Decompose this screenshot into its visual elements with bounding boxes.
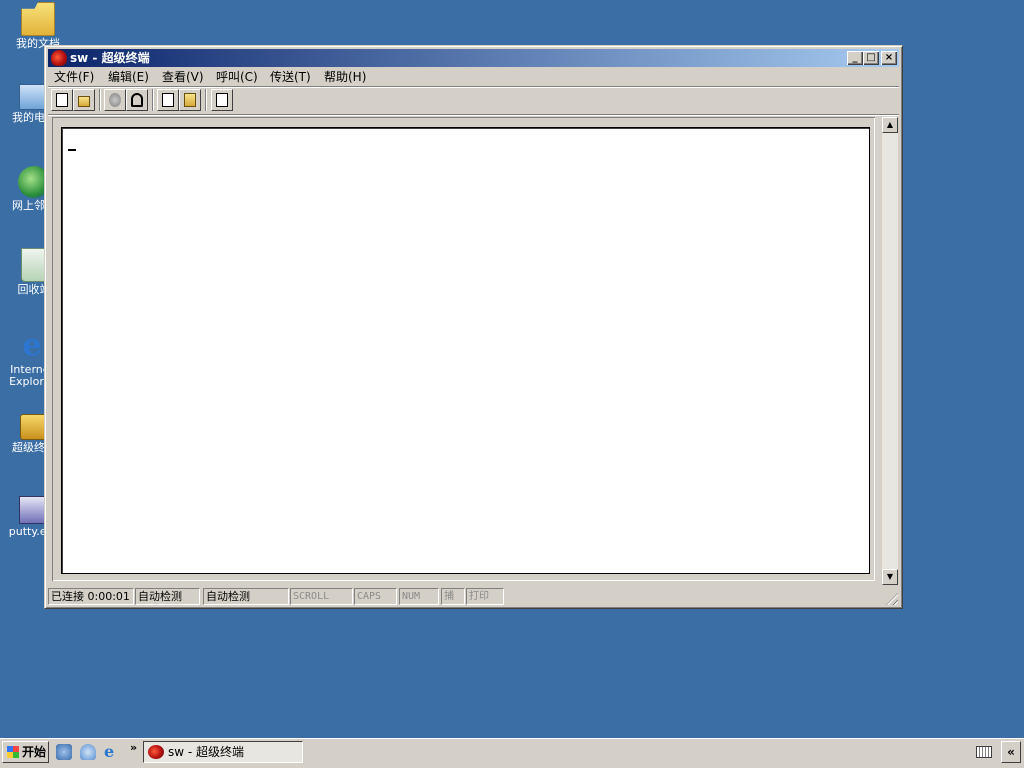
vertical-scrollbar[interactable]: ▲ ▼ xyxy=(882,117,898,585)
send-icon xyxy=(162,93,174,107)
hyperterminal-app-icon[interactable] xyxy=(51,50,67,66)
scroll-down-button[interactable]: ▼ xyxy=(882,569,898,585)
start-label: 开始 xyxy=(22,745,47,759)
disconnect-icon xyxy=(109,93,121,107)
title-bar[interactable]: sw - 超级终端 _ □ × xyxy=(48,49,899,67)
status-scroll: SCROLL xyxy=(290,588,353,605)
status-caps: CAPS xyxy=(354,588,397,605)
properties-icon xyxy=(216,93,228,107)
status-connected-time: 已连接 0:00:01 xyxy=(48,588,134,605)
taskbar: 开始 e » sw - 超级终端 « xyxy=(0,738,1024,768)
network-icon[interactable] xyxy=(80,744,96,760)
windows-logo-icon xyxy=(7,746,19,758)
menu-edit[interactable]: 编辑(E) xyxy=(108,69,149,85)
taskbar-button-hyperterminal[interactable]: sw - 超级终端 xyxy=(143,741,303,763)
send-button[interactable] xyxy=(157,89,179,111)
open-icon xyxy=(78,96,90,107)
terminal-frame xyxy=(52,117,875,581)
hyperterminal-app-icon xyxy=(148,745,164,759)
status-num: NUM xyxy=(399,588,439,605)
properties-button[interactable] xyxy=(211,89,233,111)
maximize-button[interactable]: □ xyxy=(863,51,879,65)
menu-help[interactable]: 帮助(H) xyxy=(324,69,366,85)
keyboard-icon[interactable] xyxy=(976,746,992,758)
scroll-up-button[interactable]: ▲ xyxy=(882,117,898,133)
call-button[interactable] xyxy=(126,89,148,111)
resize-grip-icon[interactable] xyxy=(886,593,898,605)
start-button[interactable]: 开始 xyxy=(2,741,49,763)
terminal-screen[interactable] xyxy=(61,127,870,574)
window-title: sw - 超级终端 xyxy=(70,51,150,65)
taskbar-button-label: sw - 超级终端 xyxy=(168,745,245,759)
status-detect-2: 自动检测 xyxy=(203,588,289,605)
call-icon xyxy=(131,93,143,107)
menu-call[interactable]: 呼叫(C) xyxy=(216,69,258,85)
status-detect-1: 自动检测 xyxy=(135,588,200,605)
toolbar-separator-line xyxy=(48,114,899,116)
menu-bar: 文件(F) 编辑(E) 查看(V) 呼叫(C) 传送(T) 帮助(H) xyxy=(48,68,899,86)
toolbar-separator xyxy=(99,89,101,111)
minimize-button[interactable]: _ xyxy=(847,51,863,65)
toolbar-separator xyxy=(152,89,154,111)
close-button[interactable]: × xyxy=(881,51,897,65)
desktop-icon-my-documents[interactable]: 我的文档 xyxy=(8,2,68,50)
toolbar xyxy=(48,88,899,114)
receive-button[interactable] xyxy=(179,89,201,111)
text-cursor xyxy=(68,149,76,151)
hyperterminal-window: sw - 超级终端 _ □ × 文件(F) 编辑(E) 查看(V) 呼叫(C) … xyxy=(44,45,903,609)
status-print: 打印 xyxy=(466,588,504,605)
quick-launch-chevron[interactable]: » xyxy=(130,741,137,754)
toolbar-separator xyxy=(205,89,207,111)
disconnect-button[interactable] xyxy=(104,89,126,111)
menu-file[interactable]: 文件(F) xyxy=(54,69,94,85)
status-bar: 已连接 0:00:01 自动检测 自动检测 SCROLL CAPS NUM 捕 … xyxy=(48,587,899,605)
my-documents-icon xyxy=(21,2,55,36)
menu-view[interactable]: 查看(V) xyxy=(162,69,204,85)
new-connection-button[interactable] xyxy=(51,89,73,111)
tray-expand-button[interactable]: « xyxy=(1001,741,1021,763)
status-capture: 捕 xyxy=(441,588,465,605)
show-desktop-icon[interactable] xyxy=(56,744,72,760)
receive-icon xyxy=(184,93,196,107)
internet-explorer-icon[interactable]: e xyxy=(104,744,120,760)
open-button[interactable] xyxy=(73,89,95,111)
new-icon xyxy=(56,93,68,107)
menu-transfer[interactable]: 传送(T) xyxy=(270,69,311,85)
